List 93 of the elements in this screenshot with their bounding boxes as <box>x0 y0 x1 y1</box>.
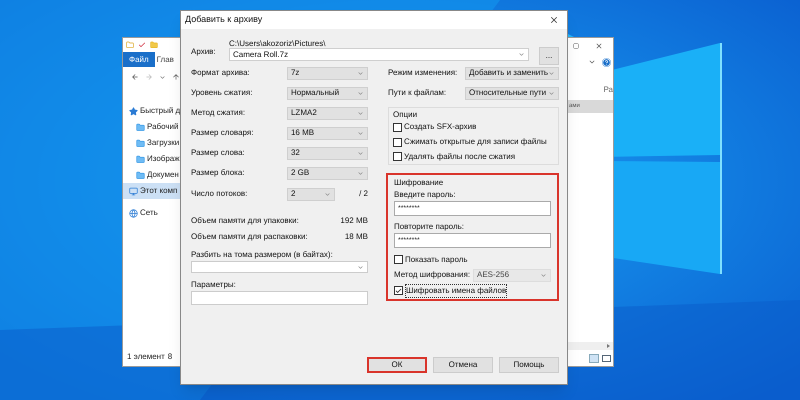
sidebar-item[interactable]: Этот комп <box>123 183 181 199</box>
dropdown[interactable]: Относительные пути <box>465 86 559 100</box>
folder-icon <box>136 154 145 164</box>
chevron-icon[interactable] <box>588 58 596 66</box>
dropdown[interactable]: 2 <box>287 188 335 200</box>
chevron-icon <box>540 272 547 278</box>
folder-icon <box>136 138 145 148</box>
checkbox-label[interactable]: Сжимать открытые для записи файлы <box>404 136 547 148</box>
field-label: Число потоков: <box>191 188 248 200</box>
chevron-icon <box>356 170 364 176</box>
star-icon <box>129 106 138 116</box>
chevron-icon <box>356 150 364 156</box>
sidebar-item[interactable]: Изображ <box>123 151 181 167</box>
browse-button[interactable]: ... <box>539 47 559 65</box>
ribbon-tab[interactable]: Файл <box>123 52 155 67</box>
chevron-icon <box>356 110 364 116</box>
field-label: Формат архива: <box>191 67 250 79</box>
help-icon[interactable] <box>602 58 611 66</box>
back-icon[interactable] <box>131 73 139 81</box>
chevron-icon[interactable] <box>159 74 166 80</box>
ribbon-tab[interactable]: Глав <box>154 52 176 67</box>
up-icon[interactable] <box>172 73 180 81</box>
dropdown[interactable]: 32 <box>286 146 368 160</box>
field-label: Размер слова: <box>191 147 245 159</box>
dropdown[interactable]: 7z <box>286 66 368 80</box>
dropdown[interactable]: Добавить и заменить <box>465 66 559 80</box>
status-text: 8 <box>168 351 172 363</box>
dialog-button[interactable]: Отмена <box>433 357 493 373</box>
scrollbar[interactable] <box>567 342 613 350</box>
dialog-button[interactable]: Помощь <box>499 357 559 373</box>
sidebar-item[interactable]: Быстрый д <box>123 103 181 119</box>
folder-icon <box>136 122 145 132</box>
chevron-icon <box>324 190 331 198</box>
chevron-icon <box>548 70 555 76</box>
field-label: Архив: <box>191 46 217 58</box>
dropdown[interactable]: Нормальный <box>286 86 368 100</box>
checkbox[interactable] <box>394 286 403 295</box>
checkbox[interactable] <box>392 138 402 146</box>
chevron-icon <box>356 130 364 136</box>
group-title: Опции <box>392 109 418 120</box>
field-label: Введите пароль: <box>394 189 457 201</box>
field-label: Объем памяти для распаковки: <box>191 231 308 243</box>
scroll-arrow-icon[interactable] <box>607 344 610 348</box>
checkbox-label[interactable]: Показать пароль <box>404 254 468 266</box>
chevron-icon <box>548 90 555 96</box>
chevron-icon <box>356 90 364 96</box>
close-icon[interactable] <box>549 15 559 25</box>
memory-value: 192 MB <box>340 215 368 227</box>
dialog-button[interactable]: ОК <box>367 357 427 373</box>
column-header[interactable]: Ра <box>603 84 613 96</box>
field-label: Размер блока: <box>191 167 244 179</box>
field-label: Объем памяти для упаковки: <box>191 215 299 227</box>
dropdown[interactable]: LZMA2 <box>286 106 368 120</box>
dropdown[interactable]: Camera Roll.7z <box>229 48 529 61</box>
close-icon[interactable] <box>595 42 603 50</box>
field-label: Пути к файлам: <box>388 87 446 99</box>
check-icon[interactable] <box>138 41 146 49</box>
tiles-view-icon[interactable] <box>602 354 611 362</box>
checkbox-label[interactable]: Создать SFX-архив <box>404 121 476 134</box>
checkbox-label[interactable]: Удалять файлы после сжатия <box>404 150 516 163</box>
folder-icon <box>136 170 145 180</box>
checkbox[interactable] <box>394 255 403 264</box>
group-title: Шифрование <box>394 177 444 189</box>
folder-path: C:\Users\akozoriz\Pictures\ <box>229 38 326 48</box>
dropdown[interactable]: 2 GB <box>286 166 368 180</box>
status-text: 1 элемент <box>127 351 165 363</box>
globe-icon <box>129 208 138 218</box>
thread-max: / 2 <box>359 188 368 200</box>
field-label: Метод шифрования: <box>394 269 470 281</box>
sidebar-item[interactable]: Рабочий <box>123 119 181 135</box>
chevron-icon <box>518 51 525 58</box>
field-label: Режим изменения: <box>388 67 458 79</box>
field-label: Параметры: <box>191 279 237 291</box>
monitor-icon <box>129 186 138 196</box>
check-icon <box>394 286 402 294</box>
checkbox[interactable] <box>392 122 402 132</box>
field-label: Метод сжатия: <box>191 107 246 119</box>
field-label: Размер словаря: <box>191 127 254 139</box>
checkbox[interactable] <box>392 152 402 162</box>
parameters-field[interactable] <box>191 291 368 305</box>
window-title: Добавить к архиву <box>185 13 262 26</box>
field-label: Разбить на тома размером (в байтах): <box>191 249 334 261</box>
field-label: Уровень сжатия: <box>191 87 252 99</box>
field-label: Повторите пароль: <box>394 221 466 233</box>
sidebar-item[interactable]: Докумен <box>123 167 181 183</box>
dropdown[interactable]: 16 MB <box>286 126 368 140</box>
sidebar-item[interactable]: Загрузки <box>123 135 181 151</box>
chevron-icon <box>356 70 364 76</box>
chevron-icon <box>356 264 364 270</box>
checkbox-label[interactable]: Шифровать имена файлов <box>404 284 508 298</box>
memory-value: 18 MB <box>344 231 368 243</box>
sidebar-item[interactable]: Сеть <box>123 205 181 221</box>
maximize-icon[interactable] <box>573 43 579 49</box>
